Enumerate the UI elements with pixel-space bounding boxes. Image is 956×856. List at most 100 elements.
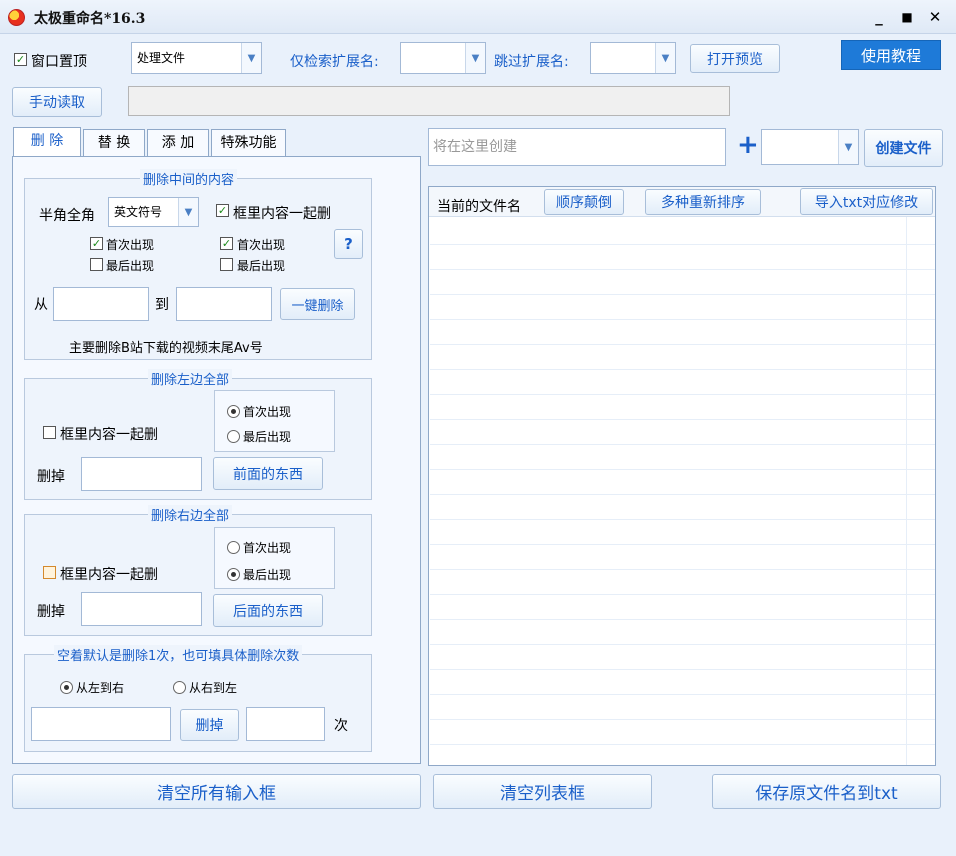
clear-list-button[interactable]: 清空列表框 [433,774,652,809]
topmost-checkbox[interactable]: ✓ [14,53,27,66]
right-include-label: 框里内容一起删 [60,567,158,583]
tab-delete[interactable]: 删 除 [13,127,81,157]
create-path-input[interactable]: 将在这里创建 [428,128,726,166]
right-first-checkbox[interactable]: ✓ [220,237,233,250]
list-gridline [430,669,935,670]
from-input[interactable] [53,287,149,321]
ltr-label: 从左到右 [76,681,125,695]
rtl-label: 从右到左 [189,681,238,695]
av-note: 主要删除B站下载的视频末尾Av号 [69,341,263,356]
minimize-button[interactable]: _ [868,7,890,27]
symbol-select-value: 英文符号 [114,205,163,219]
right-delete-input[interactable] [81,592,202,626]
topmost-label: 窗口置顶 [31,54,87,70]
current-filename-header: 当前的文件名 [437,199,521,215]
plus-icon: + [737,130,759,160]
manual-read-button[interactable]: 手动读取 [12,87,102,117]
middle-include-checkbox[interactable]: ✓ [216,204,229,217]
delete-back-button[interactable]: 后面的东西 [213,594,323,627]
reverse-order-button[interactable]: 顺序颠倒 [544,189,624,215]
close-button[interactable]: ✕ [924,7,946,27]
tutorial-button[interactable]: 使用教程 [841,40,941,70]
list-gridline [430,419,935,420]
column-divider [906,217,907,765]
right-delete-label: 删掉 [37,604,65,620]
rtl-radio[interactable] [173,681,186,694]
delete-right-title: 删除右边全部 [148,505,233,524]
list-gridline [430,444,935,445]
list-gridline [430,744,935,745]
right-first-radio-label: 首次出现 [243,541,292,555]
right-first-radio[interactable] [227,541,240,554]
only-ext-value [401,43,465,73]
list-gridline [430,369,935,370]
list-gridline [430,619,935,620]
list-gridline [430,544,935,545]
chevron-down-icon: ▼ [838,130,858,164]
taiji-logo-icon [8,9,25,26]
list-gridline [430,344,935,345]
skip-ext-value [591,43,655,73]
left-first-checkbox[interactable]: ✓ [90,237,103,250]
delete-count-title: 空着默认是删除1次，也可填具体删除次数 [54,645,303,664]
resort-button[interactable]: 多种重新排序 [645,189,761,215]
right-last-radio-label: 最后出现 [243,568,292,582]
left-first-radio[interactable] [227,405,240,418]
help-button[interactable]: ? [334,229,363,259]
open-preview-button[interactable]: 打开预览 [690,44,780,73]
from-label: 从 [34,297,48,313]
list-gridline [430,244,935,245]
delete-front-button[interactable]: 前面的东西 [213,457,323,490]
create-type-select[interactable]: ▼ [761,129,859,165]
create-type-value [762,130,838,164]
count-text-input[interactable] [31,707,171,741]
left-last-checkbox[interactable] [90,258,103,271]
times-label: 次 [334,718,348,734]
window-title: 太极重命名*16.3 [34,11,146,27]
left-delete-label: 删掉 [37,469,65,485]
right-last-label: 最后出现 [237,259,286,273]
left-delete-input[interactable] [81,457,202,491]
chevron-down-icon: ▼ [465,43,485,73]
file-list[interactable] [428,186,936,766]
to-label: 到 [155,297,169,313]
symbol-select[interactable]: 英文符号 ▼ [108,197,199,227]
right-include-checkbox[interactable] [43,566,56,579]
chevron-down-icon: ▼ [655,43,675,73]
list-gridline [430,644,935,645]
skip-ext-label: 跳过扩展名: [494,54,569,70]
count-number-input[interactable] [246,707,325,741]
right-last-checkbox[interactable] [220,258,233,271]
count-delete-button[interactable]: 删掉 [180,709,239,741]
skip-ext-select[interactable]: ▼ [590,42,676,74]
maximize-button[interactable]: ■ [896,7,918,27]
path-display [128,86,730,116]
width-label: 半角全角 [39,208,95,224]
list-gridline [430,269,935,270]
clear-inputs-button[interactable]: 清空所有输入框 [12,774,421,809]
list-gridline [430,694,935,695]
tab-replace[interactable]: 替 换 [83,129,145,157]
left-last-radio[interactable] [227,430,240,443]
save-names-button[interactable]: 保存原文件名到txt [712,774,941,809]
right-first-label: 首次出现 [237,238,286,252]
list-gridline [430,519,935,520]
ltr-radio[interactable] [60,681,73,694]
list-gridline [430,394,935,395]
left-last-radio-label: 最后出现 [243,430,292,444]
import-txt-button[interactable]: 导入txt对应修改 [800,188,933,215]
tab-add[interactable]: 添 加 [147,129,209,157]
mode-select[interactable]: 处理文件 ▼ [131,42,262,74]
create-file-button[interactable]: 创建文件 [864,129,943,167]
list-gridline [430,494,935,495]
only-ext-label: 仅检索扩展名: [290,54,379,70]
left-include-checkbox[interactable] [43,426,56,439]
right-last-radio[interactable] [227,568,240,581]
chevron-down-icon: ▼ [178,198,198,226]
chevron-down-icon: ▼ [241,43,261,73]
list-gridline [430,469,935,470]
tab-special[interactable]: 特殊功能 [211,129,286,157]
to-input[interactable] [176,287,272,321]
only-ext-select[interactable]: ▼ [400,42,486,74]
one-click-delete-button[interactable]: 一键删除 [280,288,355,320]
